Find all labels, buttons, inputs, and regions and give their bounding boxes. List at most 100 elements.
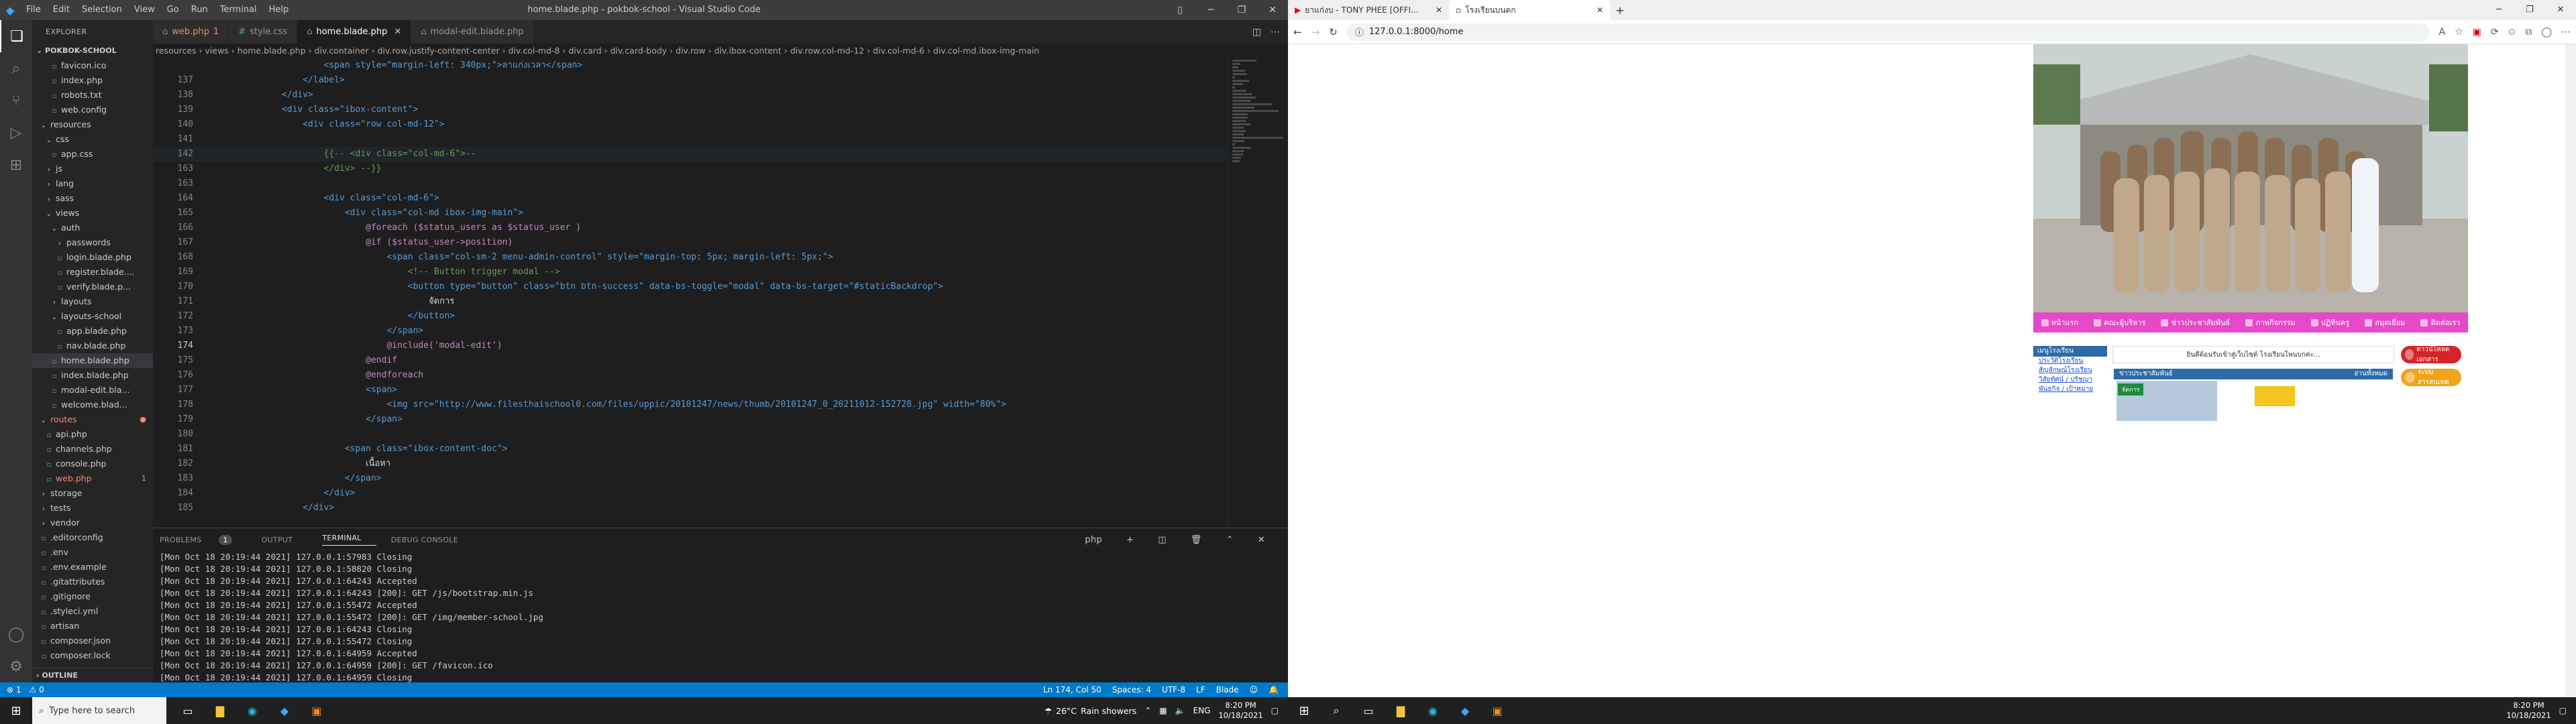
code-line[interactable]: 174 @include('modal-edit') — [153, 339, 1226, 353]
code-line[interactable]: 137 </label> — [153, 73, 1226, 88]
vscode-taskbar-icon[interactable]: ◆ — [1449, 697, 1481, 724]
status-item[interactable]: Blade — [1216, 685, 1239, 695]
school-menu-link[interactable]: สัญลักษณ์โรงเรียน — [2033, 366, 2107, 375]
tree-item[interactable]: › lang — [32, 176, 153, 191]
code-line[interactable]: 142 {{-- <div class="col-md-6">-- — [153, 147, 1226, 162]
close-icon[interactable]: ✕ — [394, 27, 401, 37]
volume-icon[interactable]: 🔈 — [1175, 706, 1185, 715]
tree-item[interactable]: ▫ app.blade.php — [32, 324, 153, 339]
bell-icon[interactable]: 🔔 — [1269, 685, 1279, 695]
status-item[interactable]: Ln 174, Col 50 — [1043, 685, 1102, 695]
code-line[interactable]: 178 <img src="http://www.filesthaischool… — [153, 398, 1226, 412]
project-section[interactable]: ⌄ POKBOK-SCHOOL — [32, 44, 153, 58]
tree-item[interactable]: ▫ welcome.blad... — [32, 398, 153, 412]
nav-item[interactable]: ภาพกิจกรรม — [2245, 316, 2296, 328]
tree-item[interactable]: › storage — [32, 486, 153, 501]
weather-widget[interactable]: ☂ 26°C Rain showers — [1044, 706, 1136, 716]
tree-item[interactable]: ▫ composer.json — [32, 634, 153, 648]
page-scrollbar[interactable] — [2565, 44, 2576, 697]
clock[interactable]: 8:20 PM 10/18/2021 — [2506, 701, 2551, 721]
tree-item[interactable]: › tests — [32, 501, 153, 516]
tree-item[interactable]: ▫ verify.blade.p... — [32, 280, 153, 294]
search-icon[interactable]: ⌕ — [0, 52, 32, 84]
app-icon[interactable]: ▣ — [301, 697, 333, 724]
code-line[interactable]: 175 @endif — [153, 353, 1226, 368]
tree-item[interactable]: ▫ .gitignore — [32, 589, 153, 604]
collections-icon[interactable]: ⧉ — [2525, 27, 2532, 38]
tree-item[interactable]: ⌄ layouts-school — [32, 309, 153, 324]
terminal-output[interactable]: [Mon Oct 18 20:19:44 2021] 127.0.0.1:579… — [153, 551, 1288, 696]
tree-item[interactable]: ⌄ css — [32, 132, 153, 147]
school-menu-link[interactable]: พันธกิจ / เป้าหมาย — [2033, 385, 2107, 394]
nav-item[interactable]: สมุดเยี่ยม — [2365, 316, 2405, 328]
code-line[interactable]: 173 </span> — [153, 324, 1226, 339]
read-aloud-icon[interactable]: A — [2438, 27, 2445, 38]
file-explorer-icon[interactable]: ▇ — [1385, 697, 1417, 724]
close-icon[interactable]: ✕ — [1257, 0, 1288, 20]
code-line[interactable]: 140 <div class="row col-md-12"> — [153, 117, 1226, 132]
panel-tab-debug-console[interactable]: DEBUG CONSOLE — [391, 536, 473, 544]
feedback-icon[interactable]: ☺ — [1250, 685, 1258, 695]
tree-item[interactable]: ▫ .styleci.yml — [32, 604, 153, 619]
status-item[interactable]: LF — [1196, 685, 1205, 695]
minimize-icon[interactable]: ─ — [2483, 0, 2514, 20]
more-actions-icon[interactable]: ⋯ — [1271, 27, 1280, 38]
code-line[interactable]: 166 @foreach ($status_users as $status_u… — [153, 221, 1226, 235]
tree-item[interactable]: ▫ modal-edit.bla... — [32, 383, 153, 398]
tree-item[interactable]: ⌄ routes ● — [32, 412, 153, 427]
tab-close-icon[interactable]: ✕ — [1597, 5, 1603, 15]
tree-item[interactable]: ▫ web.php 1 — [32, 471, 153, 486]
tree-item[interactable]: ▫ register.blade.... — [32, 265, 153, 280]
new-tab-icon[interactable]: + — [1610, 0, 1630, 20]
edge-icon[interactable]: ◉ — [1417, 697, 1449, 724]
task-view-icon[interactable]: ▭ — [172, 697, 204, 724]
code-line[interactable]: 138 </div> — [153, 88, 1226, 103]
breadcrumb[interactable]: resources › views › home.blade.php › div… — [153, 44, 1288, 58]
tree-item[interactable]: ▫ .env.example — [32, 560, 153, 575]
code-line[interactable]: 182 เนื้อหา — [153, 457, 1226, 471]
tree-item[interactable]: ⌄ resources — [32, 117, 153, 132]
trash-icon[interactable]: 🗑 — [1191, 535, 1202, 545]
clock[interactable]: 8:20 PM 10/18/2021 — [1218, 701, 1263, 721]
download-docs-button[interactable]: ดาวน์โหลดเอกสาร — [2401, 346, 2461, 363]
refresh-extension-icon[interactable]: ⟳ — [2491, 27, 2499, 38]
status-problems[interactable]: ⚠ 0 — [30, 685, 44, 695]
tree-item[interactable]: ▫ .env — [32, 545, 153, 560]
tree-item[interactable]: ▫ api.php — [32, 427, 153, 442]
editor-tab[interactable]: ⌂ modal-edit.blade.php — [411, 20, 534, 44]
notification-icon[interactable]: ▢ — [1271, 706, 1279, 715]
network-icon[interactable]: ▦ — [1159, 706, 1167, 715]
code-line[interactable]: 167 @if ($status_user->position) — [153, 235, 1226, 250]
code-line[interactable]: 169 <!-- Button trigger modal --> — [153, 265, 1226, 280]
code-line[interactable]: 163 — [153, 176, 1226, 191]
tree-item[interactable]: ⌄ views — [32, 206, 153, 221]
tree-item[interactable]: ▫ .gitattributes — [32, 575, 153, 589]
tree-item[interactable]: › js — [32, 162, 153, 176]
tree-item[interactable]: › layouts — [32, 294, 153, 309]
chevron-up-icon[interactable]: ⌃ — [1144, 706, 1151, 715]
chevron-up-icon[interactable]: ⌃ — [1226, 535, 1234, 545]
search-icon[interactable]: ⌕ — [1320, 697, 1352, 724]
profile-icon[interactable]: ◯ — [2541, 27, 2552, 38]
code-line[interactable]: 176 @endforeach — [153, 368, 1226, 383]
menu-item-help[interactable]: Help — [263, 0, 295, 20]
layout-icon[interactable]: ▯ — [1165, 0, 1195, 20]
code-line[interactable]: 165 <div class="col-md ibox-img-main"> — [153, 206, 1226, 221]
code-line[interactable]: <span style="margin-left: 340px;">ลาแก่ง… — [153, 58, 1226, 73]
code-editor[interactable]: <span style="margin-left: 340px;">ลาแก่ง… — [153, 58, 1226, 528]
split-editor-icon[interactable]: ◫ — [1252, 27, 1261, 38]
maximize-icon[interactable]: ❐ — [1226, 0, 1257, 20]
browser-tab[interactable]: ▶ ยาแก่งบ - TONY PHEE [OFFI... ✕ — [1288, 0, 1449, 20]
editor-tab[interactable]: # style.css — [229, 20, 298, 44]
school-menu-link[interactable]: วิสัยทัศน์ / ปรัชญา — [2033, 375, 2107, 385]
editor-tab[interactable]: ⌂ web.php 1 — [153, 20, 229, 44]
school-menu-link[interactable]: ประวัติโรงเรียน — [2033, 357, 2107, 366]
close-icon[interactable]: ✕ — [2545, 0, 2576, 20]
tree-item[interactable]: ▫ favicon.ico — [32, 58, 153, 73]
maximize-icon[interactable]: ❐ — [2514, 0, 2545, 20]
code-line[interactable]: 179 </span> — [153, 412, 1226, 427]
tree-item[interactable]: ▫ app.css — [32, 147, 153, 162]
split-terminal-icon[interactable]: ◫ — [1158, 535, 1167, 545]
source-control-icon[interactable]: ⑂ — [0, 84, 32, 117]
windows-start-icon[interactable]: ⊞ — [1288, 697, 1320, 724]
